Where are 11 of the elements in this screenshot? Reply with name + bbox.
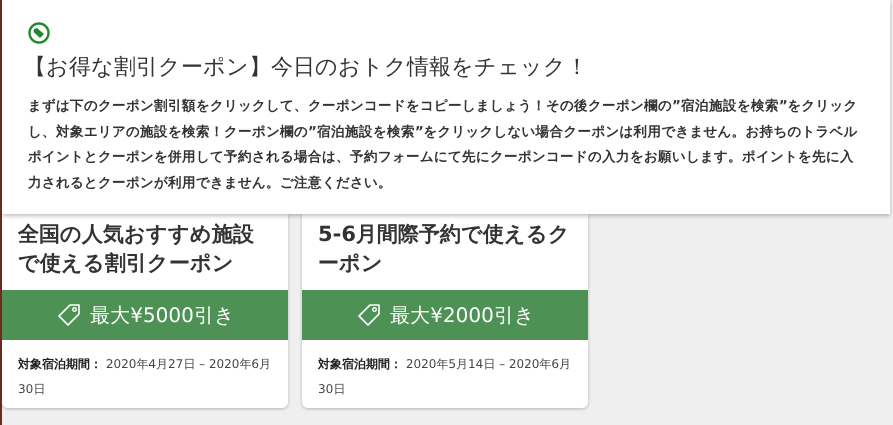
coupon-title: 全国の人気おすすめ施設で使える割引クーポン	[16, 221, 255, 277]
tag-icon	[356, 302, 382, 328]
notice-text: まずは下のクーポン割引額をクリックして、クーポンコードをコピーしましょう！その後クーポン欄の”宿泊施設を検索”をクリックし、対象エリアの施設を検索！クーポン欄の”宿泊施設を検索”をクリックしない場合クーポンは利用できません。お持ちのトラベルポイントとクーポンを併用して予約される場合は、予約フォームにて先にクーポンコードの入力をお願いします。ポイントを先に入力されるとクーポンが利用できません。ご注意ください。	[28, 97, 859, 192]
tag-icon	[56, 302, 82, 328]
stay-period: 対象宿泊期間： 2020年4月27日 – 2020年6月30日	[16, 356, 272, 398]
tag-icon	[28, 22, 50, 44]
coupon-discount-button[interactable]: 最大¥5000引き	[2, 290, 288, 340]
stay-period: 対象宿泊期間： 2020年5月14日 – 2020年6月30日	[316, 356, 572, 398]
coupon-title: 5-6月間際予約で使えるクーポン	[317, 221, 571, 277]
coupon-discount-button[interactable]: 最大¥2000引き	[302, 290, 588, 340]
notice-title: 【お得な割引クーポン】今日のおトク情報をチェック！	[24, 54, 589, 82]
